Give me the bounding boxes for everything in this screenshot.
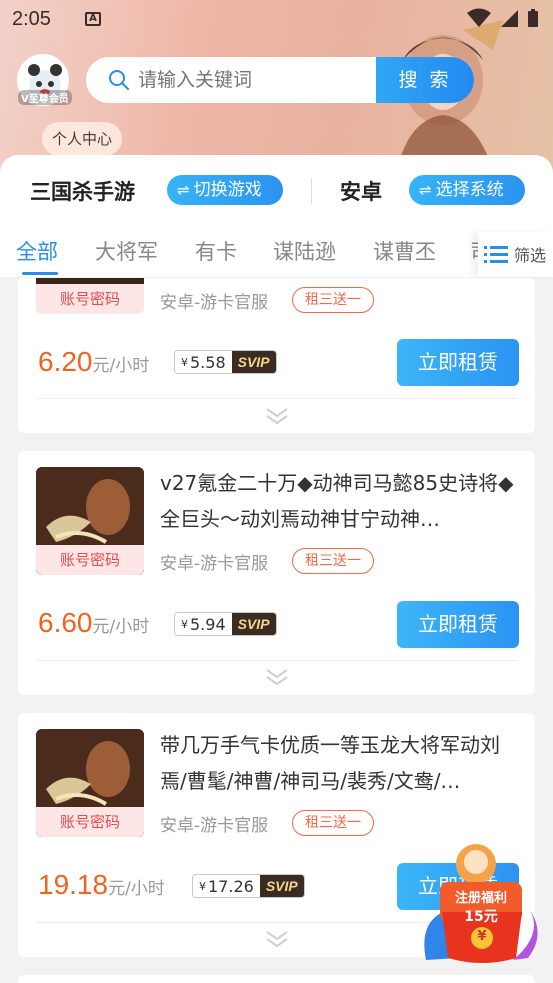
rent-now-button[interactable]: 立即租赁 [397,601,519,648]
signal-icon [501,10,518,27]
personal-center-button[interactable]: 个人中心 [42,122,123,156]
svip-price: ¥17.26 SVIP [192,874,305,898]
wifi-icon [467,8,491,27]
svip-price-value: 5.58 [190,352,226,372]
listing-card[interactable]: 账号密码 v27氪金二十万◆动神司马懿85史诗将◆全巨头～动刘焉动神甘宁动神… … [18,451,535,695]
filter-label: 筛选 [514,246,547,265]
account-type-badge: 账号密码 [36,807,144,837]
register-bonus-widget[interactable]: 注册福利 15元 ¥ [418,840,548,970]
tab-has-card[interactable]: 有卡 [195,236,237,266]
listing-title: 带几万手气卡优质一等玉龙大将军动刘焉/曹髦/神曹/神司马/裴秀/文鸯/… [160,733,500,793]
account-type-badge: 账号密码 [36,284,144,314]
promo-badge: 租三送一 [292,287,374,313]
swap-icon: ⇌ [419,181,432,199]
status-bar: 2:05 A [0,0,553,38]
rent-now-button[interactable]: 立即租赁 [397,339,519,386]
filter-button[interactable]: 筛选 [478,232,553,276]
platform-label: 安卓-游卡官服 [160,554,269,574]
svip-tag: SVIP [231,613,276,635]
divider [36,398,517,399]
price-value: 6.20 [38,346,93,377]
promo-badge: 租三送一 [292,548,374,574]
bonus-line1: 注册福利 [454,891,507,906]
status-time: 2:05 [12,7,51,30]
tab-cao-pi[interactable]: 谋曹丕 [373,236,436,266]
promo-badge: 租三送一 [292,810,374,836]
game-name: 三国杀手游 [30,180,135,204]
search-icon [109,70,129,90]
hourly-price: 6.60元/小时 [38,607,149,639]
switch-game-label: 切换游戏 [193,180,262,200]
divider [36,660,517,661]
platform-label: 安卓-游卡官服 [160,293,269,313]
listing-card[interactable] [18,975,535,983]
svip-price: ¥5.94 SVIP [174,612,277,636]
search-button[interactable]: 搜 索 [376,57,474,103]
price-value: 19.18 [38,869,109,900]
price-unit: 元/小时 [92,356,150,376]
yen-icon: ¥ [181,617,188,631]
select-system-label: 选择系统 [435,180,504,200]
bonus-line2: 15元 [464,909,498,925]
svip-tag: SVIP [259,875,304,897]
active-tab-indicator [22,272,58,275]
coin-icon: ¥ [477,929,487,944]
list-icon [484,246,508,263]
listing-card[interactable]: 账号密码 安卓-游卡官服 租三送一 6.20元/小时 ¥5.58 SVIP 立即租… [18,278,535,433]
tab-lu-xun[interactable]: 谋陆逊 [273,236,336,266]
svip-tag: SVIP [231,351,276,373]
status-icons [467,8,539,28]
tab-all[interactable]: 全部 [16,236,58,266]
platform-label: 安卓-游卡官服 [160,816,269,836]
svip-price-value: 5.94 [190,614,226,634]
notification-icon: A [84,12,101,26]
expand-chevron-icon[interactable] [264,929,290,949]
hourly-price: 19.18元/小时 [38,869,165,901]
yen-icon: ¥ [181,355,188,369]
svip-price-value: 17.26 [208,876,254,896]
svip-price: ¥5.58 SVIP [174,350,277,374]
switch-game-button[interactable]: ⇌ 切换游戏 [167,175,283,205]
divider [311,178,312,204]
category-tabs: 全部 大将军 有卡 谋陆逊 谋曹丕 司 筛选 [0,232,553,276]
battery-icon [528,9,538,27]
tab-general[interactable]: 大将军 [95,236,158,266]
price-unit: 元/小时 [108,879,165,899]
price-unit: 元/小时 [92,617,150,637]
listing-title: v27氪金二十万◆动神司马懿85史诗将◆全巨头～动刘焉动神甘宁动神… [160,471,514,531]
hourly-price: 6.20元/小时 [38,346,149,378]
vip-label: V至尊会员 [18,90,72,105]
filter-panel: 三国杀手游 ⇌切换游戏 安卓 ⇌选择系统 全部 大将军 有卡 谋陆逊 谋曹丕 司… [0,155,553,277]
select-system-button[interactable]: ⇌ 选择系统 [409,175,525,205]
swap-icon: ⇌ [177,181,190,199]
search-input[interactable] [138,69,358,91]
expand-chevron-icon[interactable] [264,406,290,426]
expand-chevron-icon[interactable] [264,667,290,687]
search-bar: 搜 索 [86,57,474,103]
price-value: 6.60 [38,607,93,638]
game-system-row: 三国杀手游 ⇌ 切换游戏 安卓 ⇌ 选择系统 [0,170,553,210]
yen-icon: ¥ [199,879,206,893]
system-name: 安卓 [340,180,382,204]
account-type-badge: 账号密码 [36,545,144,575]
